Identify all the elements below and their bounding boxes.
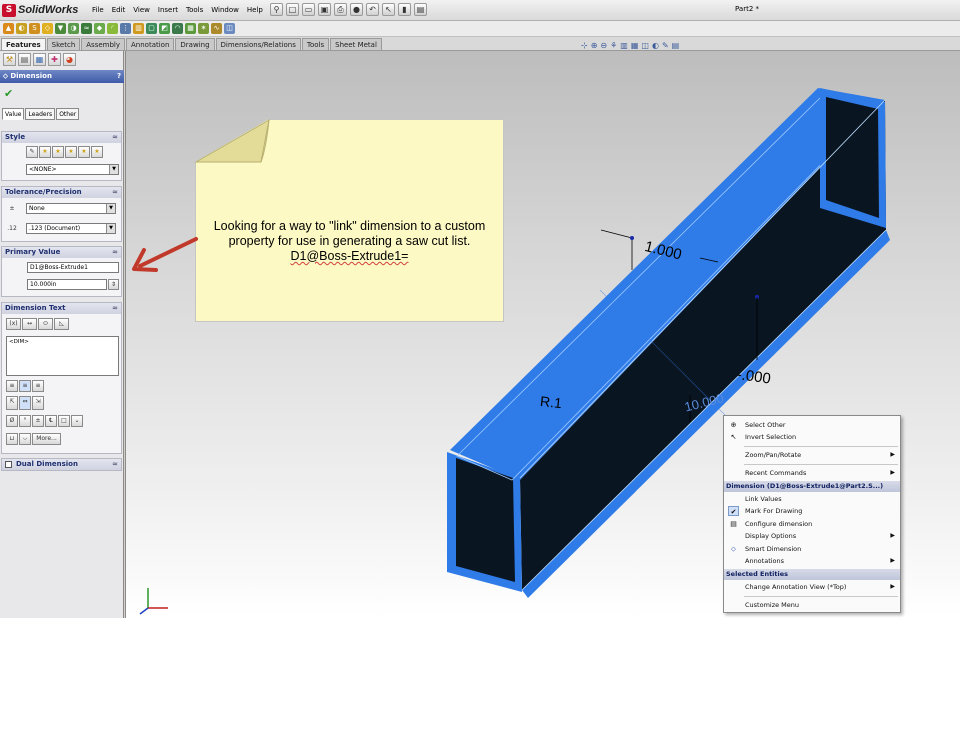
- change-annotation-view-label: Change Annotation View (*Top): [745, 583, 847, 591]
- smart-dimension-icon: ⬦: [731, 545, 736, 553]
- display-options-label: Display Options: [745, 532, 797, 540]
- select-other-label: Select Other: [745, 421, 786, 429]
- solidworks-window: S SolidWorks File Edit View Insert Tools…: [0, 0, 960, 618]
- menu-separator: [744, 596, 898, 597]
- red-arrow: [132, 237, 198, 272]
- invert-selection-label: Invert Selection: [745, 433, 797, 441]
- dimension-leader: [600, 229, 633, 239]
- dimension-section-header: Dimension (D1@Boss-Extrude1@Part2.S...): [724, 481, 900, 492]
- note-line-1: Looking for a way to "link" dimension to…: [213, 219, 486, 233]
- menu-invert-selection[interactable]: ↖ Invert Selection: [724, 431, 900, 443]
- zoom-pan-rotate-label: Zoom/Pan/Rotate: [745, 451, 802, 459]
- menu-link-values[interactable]: Link Values: [724, 493, 900, 505]
- menu-change-annotation-view[interactable]: Change Annotation View (*Top) ▶: [724, 581, 900, 593]
- selected-entities-header: Selected Entities: [724, 569, 900, 580]
- note-line-2: property for use in generating a saw cut…: [228, 234, 471, 248]
- sticky-note: Looking for a way to "link" dimension to…: [195, 119, 504, 322]
- menu-smart-dimension[interactable]: ⬦ Smart Dimension: [724, 543, 900, 555]
- menu-zoom-pan-rotate[interactable]: Zoom/Pan/Rotate ▶: [724, 449, 900, 461]
- mark-for-drawing-label: Mark For Drawing: [745, 507, 803, 515]
- submenu-arrow-icon: ▶: [890, 469, 895, 476]
- menu-display-options[interactable]: Display Options ▶: [724, 530, 900, 542]
- note-text: Looking for a way to "link" dimension to…: [195, 219, 504, 264]
- submenu-arrow-icon: ▶: [890, 451, 895, 458]
- menu-configure-dimension[interactable]: ▤ Configure dimension: [724, 518, 900, 530]
- dimension-handle[interactable]: [630, 236, 634, 240]
- note-line-3: D1@Boss-Extrude1=: [290, 249, 409, 263]
- checkmark-icon: ✔: [728, 506, 739, 516]
- context-menu: ⊕ Select Other ↖ Invert Selection Zoom/Pan…: [723, 415, 901, 613]
- link-values-label: Link Values: [745, 495, 782, 503]
- invert-selection-icon: ↖: [730, 433, 737, 441]
- configure-dimension-icon: ▤: [730, 520, 737, 528]
- submenu-arrow-icon: ▶: [890, 583, 895, 590]
- triad-z-axis: [139, 607, 149, 615]
- annotations-label: Annotations: [745, 557, 785, 565]
- menu-select-other[interactable]: ⊕ Select Other: [724, 419, 900, 431]
- menu-recent-commands[interactable]: Recent Commands ▶: [724, 467, 900, 479]
- submenu-arrow-icon: ▶: [890, 557, 895, 564]
- menu-customize[interactable]: Customize Menu: [724, 599, 900, 611]
- menu-separator: [744, 446, 898, 447]
- tube-front-opening[interactable]: [456, 458, 515, 582]
- submenu-arrow-icon: ▶: [890, 532, 895, 539]
- configure-dimension-label: Configure dimension: [745, 520, 813, 528]
- tube-back-opening[interactable]: [826, 97, 879, 218]
- note-fold-corner: [195, 119, 270, 163]
- menu-mark-for-drawing[interactable]: ✔ Mark For Drawing: [724, 505, 900, 517]
- select-other-icon: ⊕: [730, 421, 737, 429]
- radius-label[interactable]: R.1: [539, 393, 562, 411]
- recent-commands-label: Recent Commands: [745, 469, 807, 477]
- menu-separator: [744, 464, 898, 465]
- customize-menu-label: Customize Menu: [745, 601, 800, 609]
- smart-dimension-label: Smart Dimension: [745, 545, 802, 553]
- menu-annotations[interactable]: Annotations ▶: [724, 555, 900, 567]
